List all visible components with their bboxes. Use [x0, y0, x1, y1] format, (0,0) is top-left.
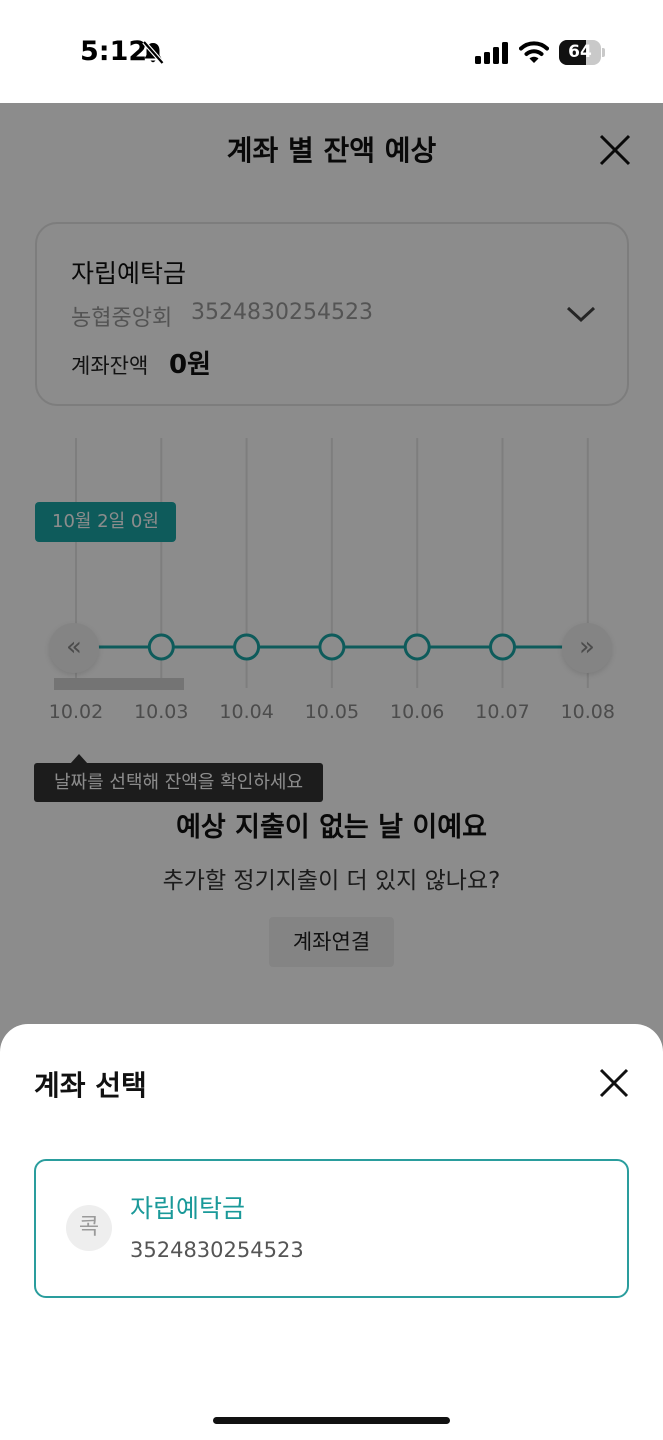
- wifi-icon: [519, 41, 549, 63]
- battery-icon: 64: [559, 40, 605, 65]
- sheet-title: 계좌 선택: [34, 1069, 147, 1102]
- status-time: 5:12: [80, 36, 148, 67]
- home-indicator: [213, 1417, 450, 1424]
- battery-body: 64: [559, 40, 601, 65]
- account-option[interactable]: 콕 자립예탁금 3524830254523: [34, 1159, 629, 1298]
- battery-tip: [602, 48, 605, 57]
- bank-logo-icon: 콕: [66, 1205, 112, 1251]
- account-option-name: 자립예탁금: [130, 1194, 246, 1223]
- battery-text: 64: [568, 42, 592, 62]
- account-select-sheet: 계좌 선택 콕 자립예탁금 3524830254523: [0, 1024, 663, 1440]
- status-bar: 5:12 64: [0, 0, 663, 103]
- close-icon[interactable]: [597, 1066, 631, 1100]
- bell-slash-icon: [142, 40, 165, 65]
- signal-icon: [475, 42, 508, 64]
- account-option-number: 3524830254523: [130, 1238, 304, 1262]
